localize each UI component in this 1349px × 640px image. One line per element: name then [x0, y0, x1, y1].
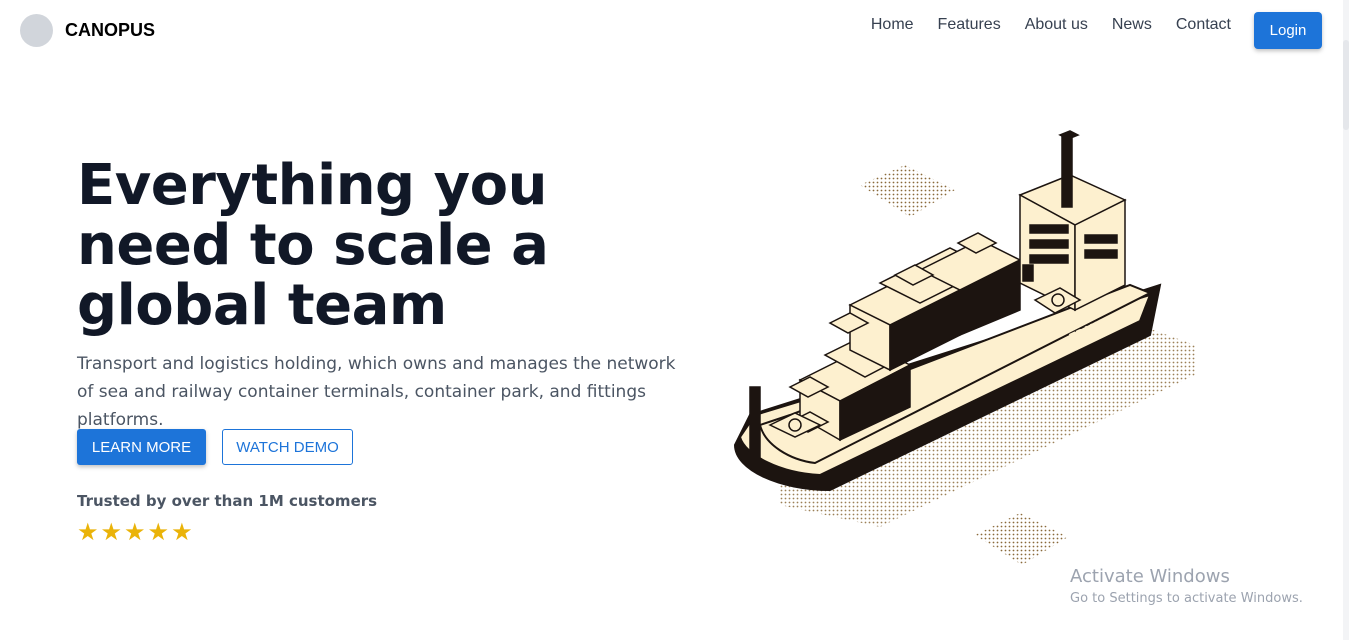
navbar: CANOPUS Home Features About us News Cont…: [0, 0, 1349, 60]
nav-home[interactable]: Home: [871, 16, 914, 34]
logo-icon[interactable]: [20, 14, 53, 47]
star-icon: ★: [100, 518, 123, 546]
star-icon: ★: [147, 518, 170, 546]
nav-about-us[interactable]: About us: [1025, 16, 1088, 34]
activate-windows-subtitle: Go to Settings to activate Windows.: [1070, 591, 1303, 606]
nav-contact[interactable]: Contact: [1176, 16, 1231, 34]
activate-windows-watermark: Activate Windows Go to Settings to activ…: [1070, 566, 1303, 606]
login-button[interactable]: Login: [1254, 12, 1322, 49]
learn-more-button[interactable]: LEARN MORE: [77, 429, 206, 465]
scrollbar-thumb[interactable]: [1343, 40, 1349, 130]
nav-news[interactable]: News: [1112, 16, 1152, 34]
watch-demo-button[interactable]: WATCH DEMO: [222, 429, 353, 465]
nav-features[interactable]: Features: [938, 16, 1001, 34]
star-icon: ★: [77, 518, 99, 546]
star-rating: ★ ★ ★ ★ ★: [77, 518, 193, 546]
ship-bridge: [1018, 130, 1127, 314]
star-icon: ★: [124, 518, 146, 546]
main-nav: Home Features About us News Contact: [871, 16, 1231, 34]
cargo-ship-illustration: TRANSPORT: [733, 130, 1195, 565]
trust-text: Trusted by over than 1M customers: [77, 492, 378, 510]
activate-windows-title: Activate Windows: [1070, 566, 1230, 587]
hero-description: Transport and logistics holding, which o…: [77, 354, 676, 430]
scrollbar[interactable]: [1343, 0, 1349, 640]
star-icon: ★: [171, 518, 193, 546]
brand-name[interactable]: CANOPUS: [65, 20, 155, 41]
hero-title: Everything you need to scale a global te…: [77, 153, 549, 338]
